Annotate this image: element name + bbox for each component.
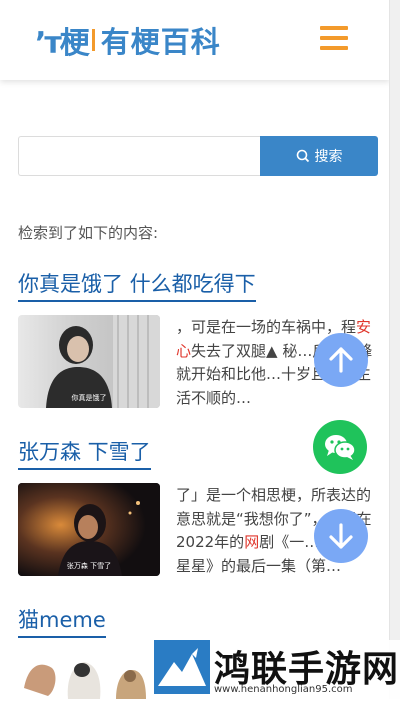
menu-icon[interactable]: [320, 26, 348, 50]
results-label: 检索到了如下的内容:: [18, 224, 159, 242]
excerpt-text: ，可是在一场的车祸中，程: [176, 318, 357, 336]
result-title[interactable]: 你真是饿了 什么都吃得下: [18, 268, 256, 302]
result-title[interactable]: 张万森 下雪了: [18, 436, 151, 470]
watermark: 鸿联手游网 www.henanhonglian95.com: [152, 640, 400, 699]
logo-divider: [91, 29, 95, 51]
scroll-bottom-button[interactable]: [314, 509, 368, 563]
arrow-down-icon: [329, 523, 353, 549]
watermark-logo: [154, 640, 210, 694]
search-button-label: 搜索: [314, 148, 343, 164]
search-input[interactable]: [18, 136, 260, 176]
result-thumbnail[interactable]: [18, 648, 148, 699]
logo-mark: ʼᴛ梗: [35, 18, 90, 62]
site-logo[interactable]: ʼᴛ梗 有梗百科: [35, 18, 221, 62]
search-button[interactable]: 搜索: [260, 136, 378, 176]
wechat-share-button[interactable]: [313, 420, 367, 474]
thumbnail-caption: 你真是饿了: [71, 394, 107, 402]
result-thumbnail[interactable]: 你真是饿了: [18, 315, 160, 408]
thumbnail-caption: 张万森 下雪了: [66, 562, 112, 570]
watermark-url: www.henanhonglian95.com: [214, 684, 353, 695]
scroll-top-button[interactable]: [314, 333, 368, 387]
search-form: 搜索: [18, 136, 378, 178]
wechat-icon: [325, 435, 356, 460]
scrollbar[interactable]: [389, 0, 400, 699]
excerpt-highlight: 网: [244, 533, 260, 551]
result-thumbnail[interactable]: 张万森 下雪了: [18, 483, 160, 576]
meme-image: [18, 648, 148, 699]
arrow-up-icon: [329, 347, 353, 373]
search-icon: [296, 149, 309, 163]
site-header: ʼᴛ梗 有梗百科: [0, 0, 390, 80]
logo-mark-text: ʼᴛ梗: [35, 26, 90, 61]
logo-text: 有梗百科: [100, 25, 221, 59]
result-title[interactable]: 猫meme: [18, 604, 106, 638]
